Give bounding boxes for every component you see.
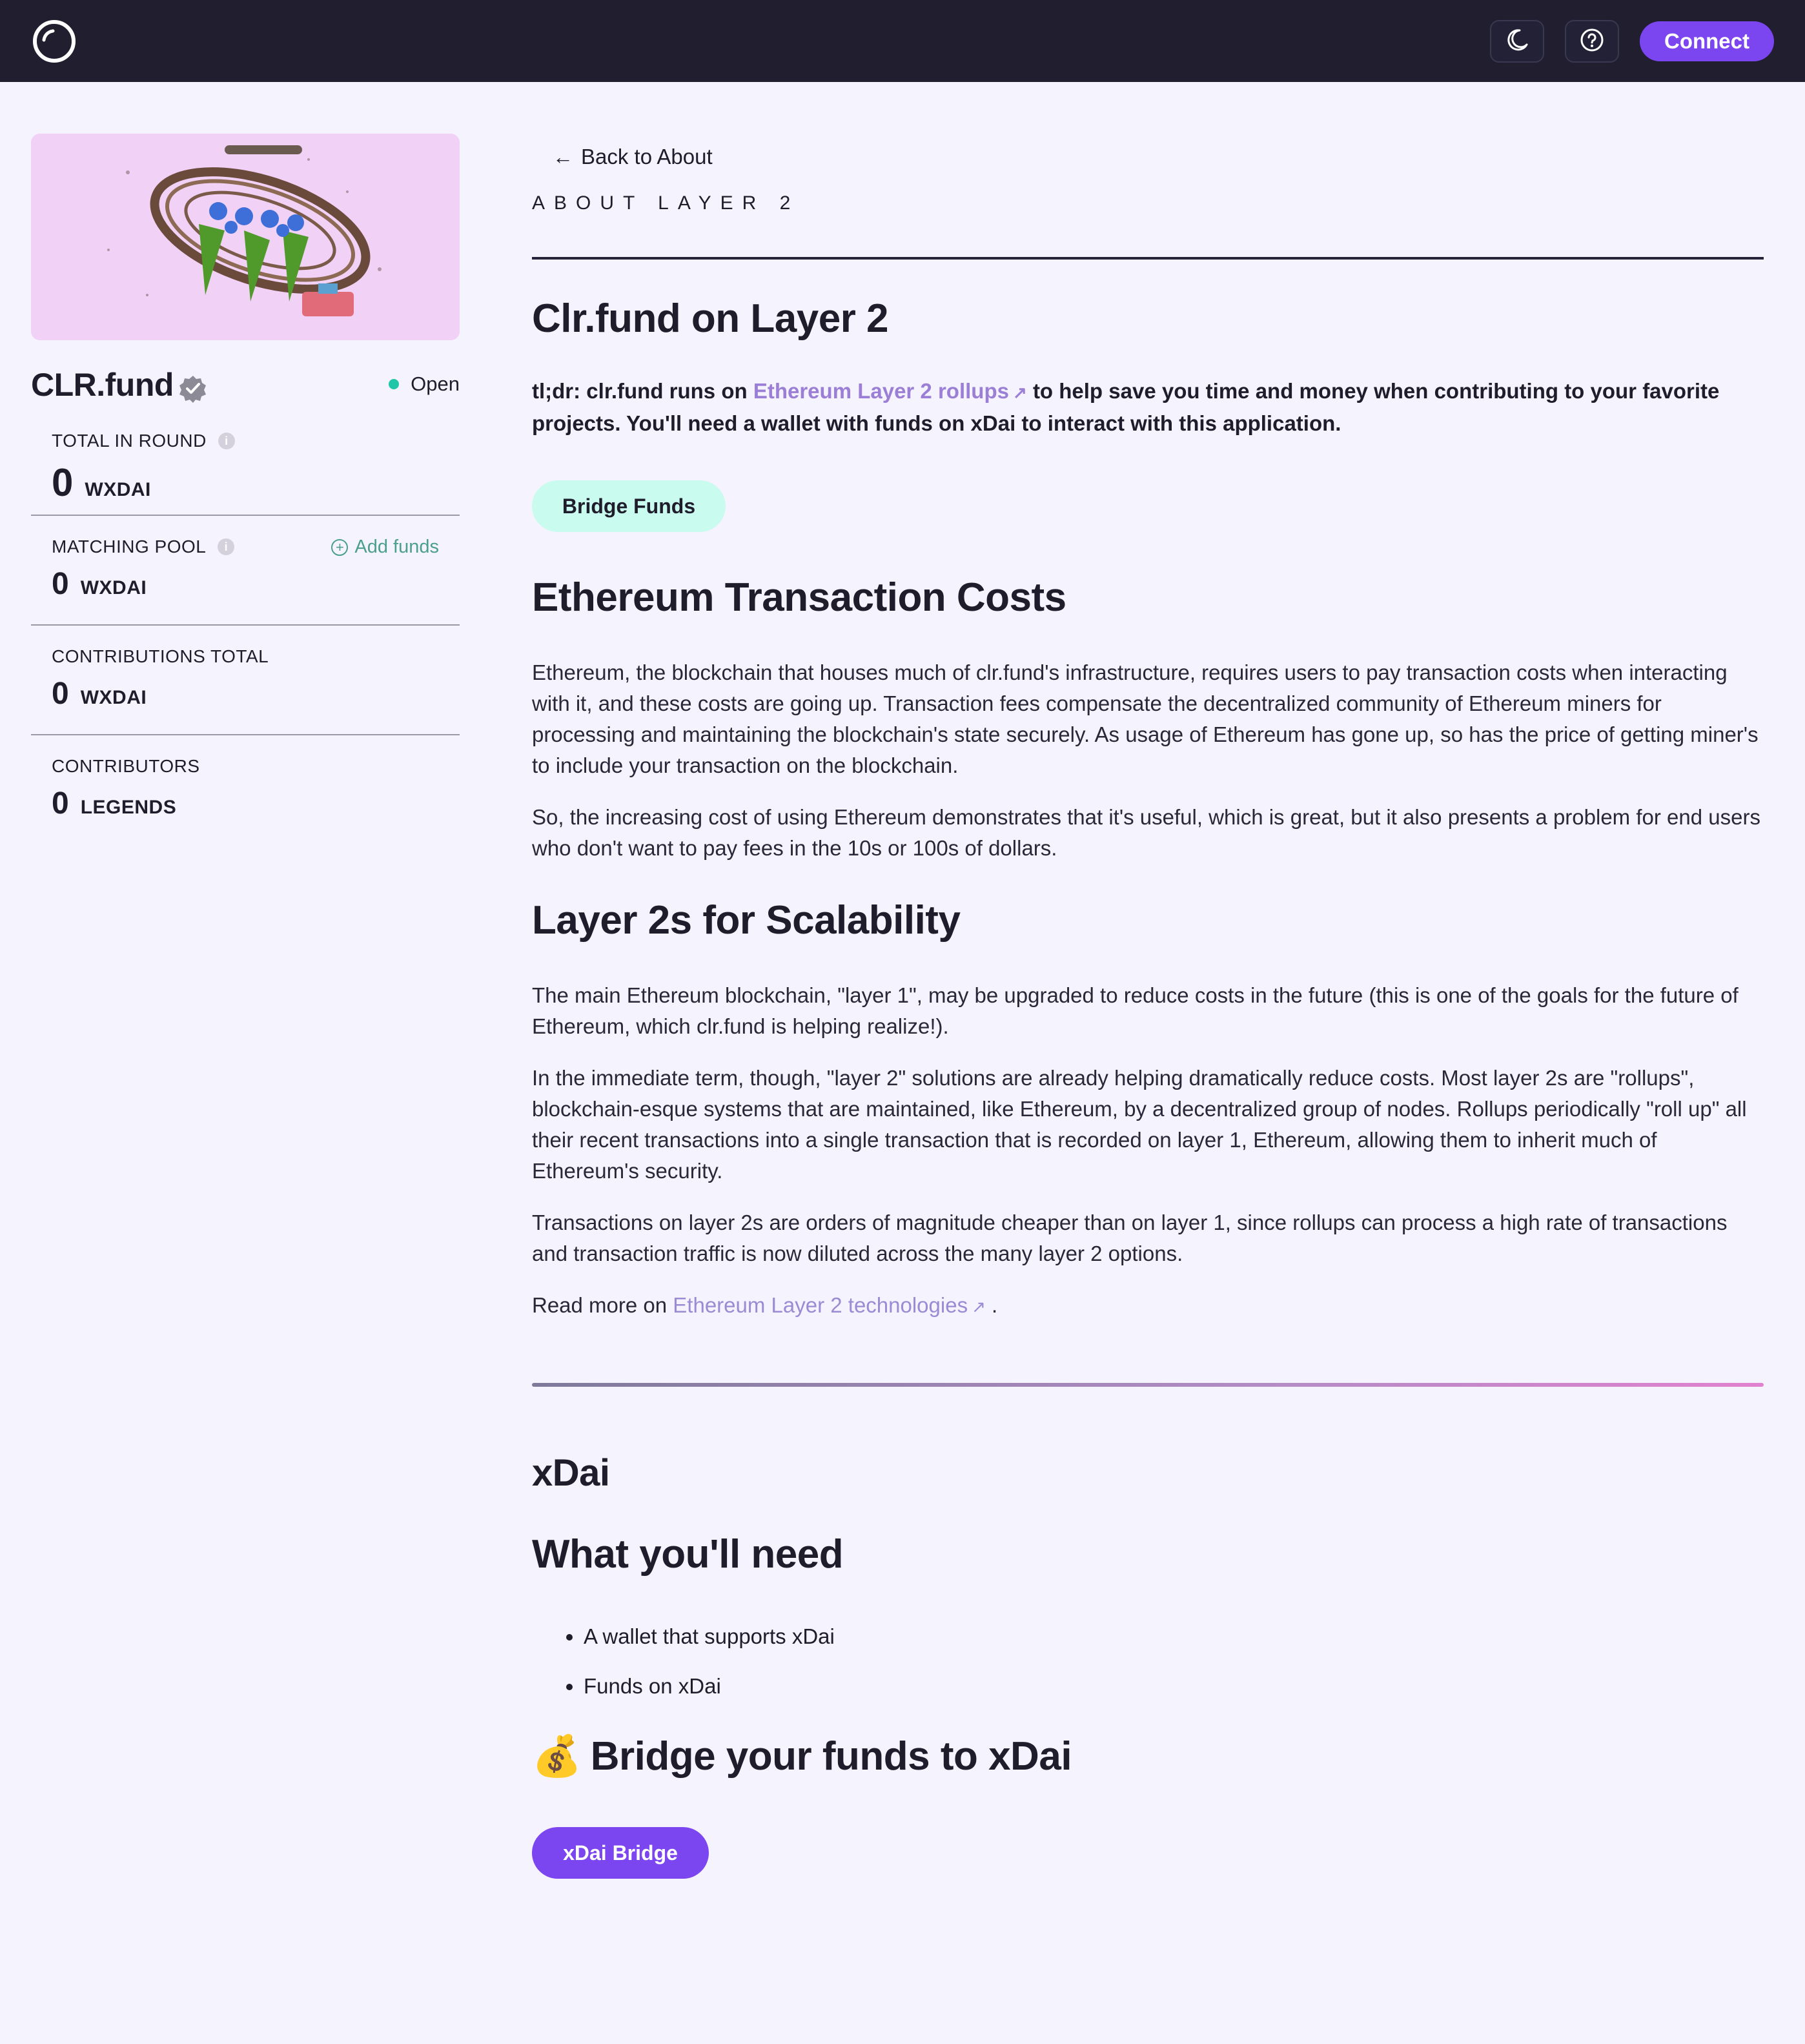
external-link-icon: ↗ — [972, 1297, 986, 1316]
stat-value: 0 — [52, 461, 74, 504]
stat-label: CONTRIBUTORS — [52, 756, 200, 776]
read-more-text: Read more on Ethereum Layer 2 technologi… — [532, 1290, 1764, 1322]
verified-badge-icon — [178, 374, 208, 407]
read-more-suffix: . — [992, 1293, 998, 1317]
round-sidebar: CLR.fund Open TOTAL IN ROUND i 0 WXDAI M… — [31, 134, 460, 844]
arrow-left-icon: ← — [553, 145, 573, 169]
info-icon[interactable]: i — [218, 538, 235, 555]
stat-unit: WXDAI — [80, 687, 147, 708]
top-navbar: Connect — [0, 0, 1805, 82]
round-header: CLR.fund Open — [31, 340, 460, 405]
clr-fund-logo[interactable] — [31, 18, 77, 65]
stat-label: TOTAL IN ROUND — [52, 431, 207, 451]
scalability-paragraph-1: The main Ethereum blockchain, "layer 1",… — [532, 983, 1739, 1038]
needs-list: A wallet that supports xDai Funds on xDa… — [532, 1611, 1358, 1711]
xdai-heading: xDai — [532, 1452, 610, 1494]
stat-unit: WXDAI — [80, 577, 147, 598]
page-eyebrow: ABOUT LAYER 2 — [532, 192, 800, 214]
add-funds-button[interactable]: + Add funds — [331, 537, 439, 558]
layer2-rollups-link[interactable]: Ethereum Layer 2 rollups ↗ — [753, 379, 1027, 403]
round-title: CLR.fund — [31, 367, 174, 403]
help-icon — [1579, 27, 1605, 56]
help-button[interactable] — [1565, 20, 1619, 63]
stat-value: 0 — [52, 677, 69, 711]
list-item: Funds on xDai — [584, 1661, 1358, 1711]
scalability-heading: Layer 2s for Scalability — [532, 898, 961, 943]
add-funds-label: Add funds — [354, 537, 439, 557]
need-heading: What you'll need — [532, 1532, 844, 1577]
stat-contributions-total: CONTRIBUTIONS TOTAL 0 WXDAI — [31, 626, 460, 734]
tldr-prefix: tl;dr: clr.fund runs on — [532, 379, 748, 403]
status-dot — [389, 379, 400, 389]
costs-paragraph-2: So, the increasing cost of using Ethereu… — [532, 805, 1760, 860]
page-title: Clr.fund on Layer 2 — [532, 296, 889, 341]
tldr-text: tl;dr: clr.fund runs on Ethereum Layer 2… — [532, 376, 1764, 439]
costs-heading: Ethereum Transaction Costs — [532, 575, 1066, 620]
info-icon[interactable]: i — [218, 433, 235, 449]
external-link-icon: ↗ — [1012, 383, 1027, 402]
stat-value: 0 — [52, 786, 69, 821]
plus-circle-icon: + — [331, 538, 349, 556]
stat-unit: WXDAI — [85, 479, 151, 500]
round-image — [31, 134, 460, 340]
bridge-heading: 💰 Bridge your funds to xDai — [532, 1733, 1072, 1780]
stat-label: CONTRIBUTIONS TOTAL — [52, 646, 269, 666]
connect-button[interactable]: Connect — [1640, 21, 1774, 61]
stat-contributors: CONTRIBUTORS 0 LEGENDS — [31, 735, 460, 844]
bridge-heading-text: Bridge your funds to xDai — [590, 1734, 1072, 1779]
money-bag-icon: 💰 — [532, 1734, 582, 1779]
bridge-funds-button[interactable]: Bridge Funds — [532, 480, 726, 532]
costs-paragraph-1: Ethereum, the blockchain that houses muc… — [532, 660, 1759, 777]
scalability-paragraph-2: In the immediate term, though, "layer 2"… — [532, 1066, 1747, 1183]
stat-unit: LEGENDS — [80, 797, 177, 818]
stat-label: MATCHING POOL — [52, 537, 207, 557]
round-status: Open — [389, 373, 460, 396]
layer2-technologies-link[interactable]: Ethereum Layer 2 technologies ↗ — [673, 1293, 986, 1317]
stat-total-in-round: TOTAL IN ROUND i 0 WXDAI — [31, 405, 460, 515]
scalability-paragraph-3: Transactions on layer 2s are orders of m… — [532, 1211, 1728, 1265]
xdai-bridge-button[interactable]: xDai Bridge — [532, 1827, 709, 1879]
gradient-divider — [532, 1383, 1764, 1387]
list-item: A wallet that supports xDai — [584, 1611, 1358, 1661]
stat-value: 0 — [52, 567, 69, 601]
status-label: Open — [411, 373, 460, 395]
theme-toggle-button[interactable] — [1490, 20, 1544, 63]
read-more-prefix: Read more on — [532, 1293, 668, 1317]
back-to-about-link[interactable]: ← Back to About — [553, 145, 713, 169]
divider — [532, 257, 1764, 260]
back-label: Back to About — [581, 145, 713, 169]
moon-icon — [1504, 27, 1530, 56]
stat-matching-pool: MATCHING POOL i + Add funds 0 WXDAI — [31, 516, 460, 624]
